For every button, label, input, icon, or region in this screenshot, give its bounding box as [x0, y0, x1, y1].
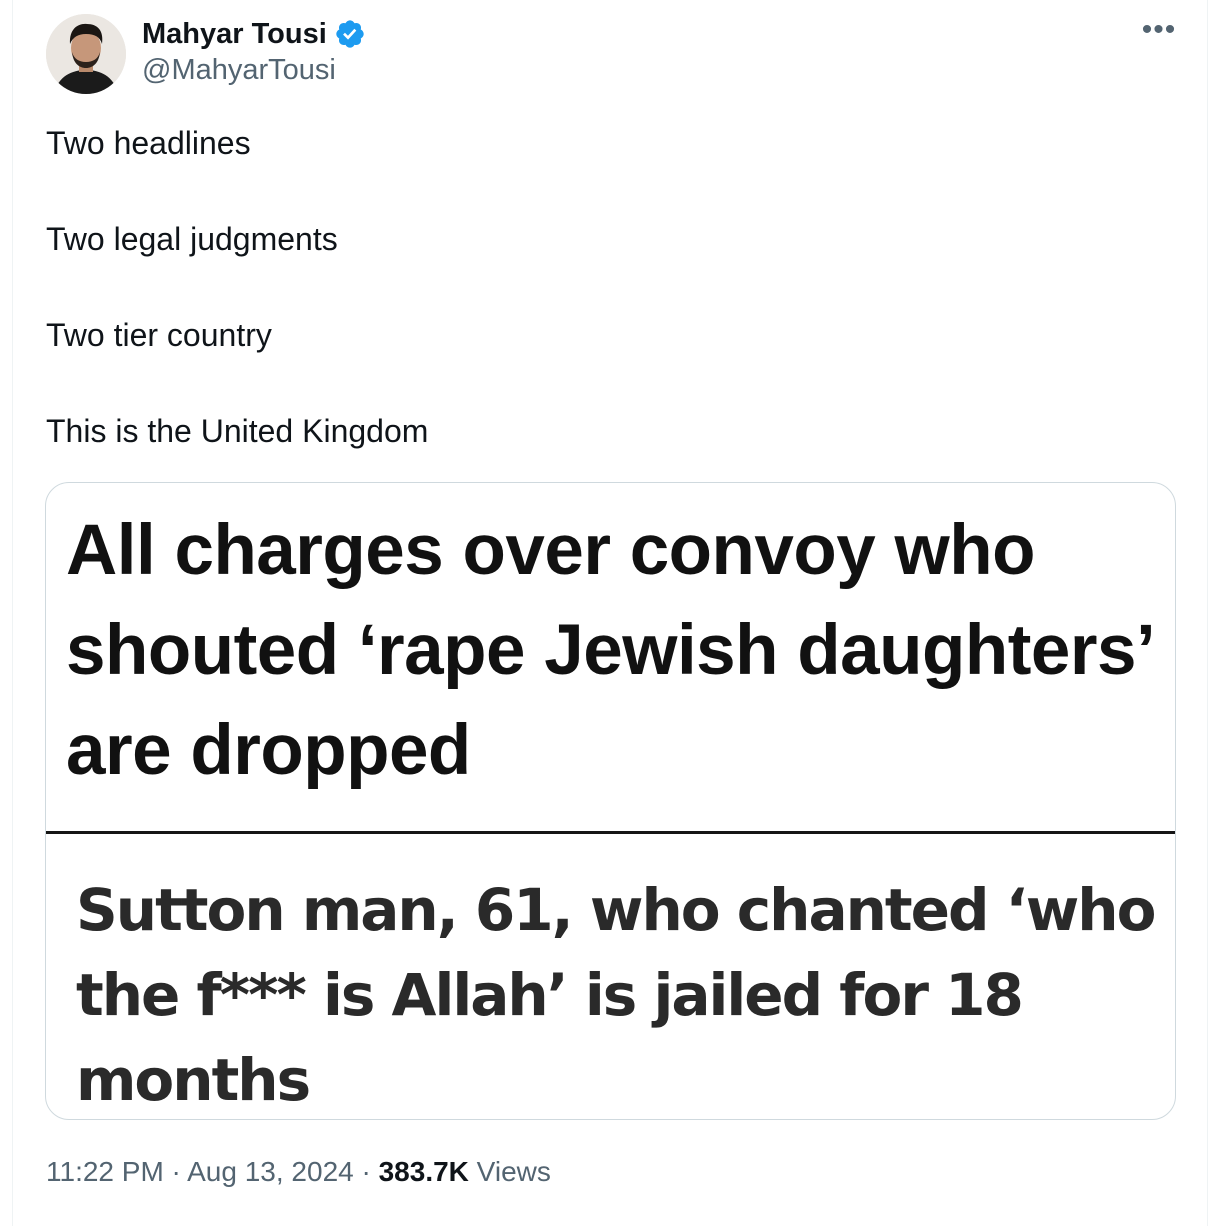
tweet-text-line-4: This is the United Kingdom	[46, 413, 429, 449]
verified-badge-icon	[334, 18, 366, 50]
meta-separator: ·	[353, 1156, 379, 1187]
media-divider	[46, 831, 1175, 834]
tweet-meta: 11:22 PM · Aug 13, 2024 · 383.7K Views	[46, 1156, 551, 1188]
meta-separator: ·	[163, 1156, 188, 1187]
tweet-text-line-2: Two legal judgments	[46, 221, 338, 257]
more-options-icon[interactable]: •••	[1137, 15, 1181, 50]
author-handle[interactable]: @MahyarTousi	[142, 54, 336, 87]
views-label: Views	[468, 1156, 551, 1187]
media-headline-top: All charges over convoy who shouted ‘rap…	[66, 511, 1152, 790]
avatar[interactable]	[46, 14, 126, 94]
media-headline-bottom: Sutton man, 61, who chanted ‘who the f**…	[76, 876, 1156, 1114]
author-name[interactable]: Mahyar Tousi	[142, 18, 327, 51]
tweet-time[interactable]: 11:22 PM	[46, 1156, 164, 1187]
tweet-text-line-3: Two tier country	[46, 317, 272, 353]
author-name-row[interactable]: Mahyar Tousi	[142, 14, 366, 54]
tweet-media-image[interactable]: All charges over convoy who shouted ‘rap…	[45, 482, 1176, 1120]
tweet-text-line-1: Two headlines	[46, 125, 251, 161]
views-count[interactable]: 383.7K	[379, 1156, 469, 1187]
tweet-date[interactable]: Aug 13, 2024	[187, 1156, 354, 1187]
avatar-image	[46, 14, 126, 94]
